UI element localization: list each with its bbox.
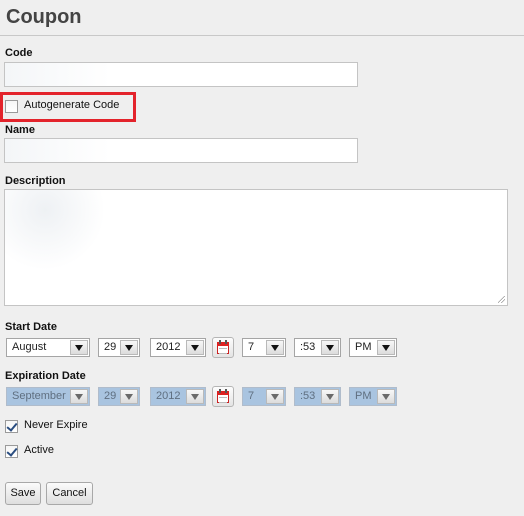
- start-minute-value: :53: [300, 341, 316, 353]
- expiration-hour-value: 7: [248, 390, 255, 402]
- start-ampm-select[interactable]: PM: [349, 338, 397, 357]
- active-label: Active: [24, 444, 54, 456]
- expiration-month-select[interactable]: September: [6, 387, 90, 406]
- expiration-day-value: 29: [104, 390, 117, 402]
- active-checkbox[interactable]: [5, 445, 18, 458]
- start-month-select[interactable]: August: [6, 338, 90, 357]
- never-expire-label: Never Expire: [24, 419, 88, 431]
- title-divider: [0, 35, 524, 36]
- name-input[interactable]: [4, 138, 358, 163]
- cancel-button[interactable]: Cancel: [46, 482, 93, 505]
- expiration-month-value: September: [12, 390, 66, 402]
- expiration-minute-value: :53: [300, 390, 316, 402]
- never-expire-checkbox[interactable]: [5, 420, 18, 433]
- start-hour-select[interactable]: 7: [242, 338, 286, 357]
- chevron-down-icon: [120, 389, 138, 404]
- start-year-value: 2012: [156, 341, 181, 353]
- expiration-day-select[interactable]: 29: [98, 387, 140, 406]
- expiration-date-calendar-button[interactable]: [212, 386, 234, 407]
- expiration-ampm-value: PM: [355, 390, 372, 402]
- name-label: Name: [5, 124, 35, 136]
- chevron-down-icon: [321, 340, 339, 355]
- chevron-down-icon: [266, 389, 284, 404]
- description-label: Description: [5, 175, 66, 187]
- expiration-year-select[interactable]: 2012: [150, 387, 206, 406]
- start-year-select[interactable]: 2012: [150, 338, 206, 357]
- start-date-calendar-button[interactable]: [212, 337, 234, 358]
- start-month-value: August: [12, 341, 47, 353]
- chevron-down-icon: [321, 389, 339, 404]
- save-button[interactable]: Save: [5, 482, 41, 505]
- expiration-hour-select[interactable]: 7: [242, 387, 286, 406]
- autogenerate-checkbox[interactable]: [5, 100, 18, 113]
- code-input[interactable]: [4, 62, 358, 87]
- code-label: Code: [5, 47, 33, 59]
- page-title: Coupon: [6, 6, 82, 28]
- start-minute-select[interactable]: :53: [294, 338, 341, 357]
- chevron-down-icon: [266, 340, 284, 355]
- expiration-date-label: Expiration Date: [5, 370, 86, 382]
- chevron-down-icon: [377, 340, 395, 355]
- description-textarea[interactable]: [4, 189, 508, 306]
- chevron-down-icon: [70, 389, 88, 404]
- chevron-down-icon: [186, 340, 204, 355]
- start-hour-value: 7: [248, 341, 255, 353]
- resize-grip-icon[interactable]: [498, 296, 505, 303]
- expiration-year-value: 2012: [156, 390, 181, 402]
- chevron-down-icon: [70, 340, 88, 355]
- start-ampm-value: PM: [355, 341, 372, 353]
- start-day-value: 29: [104, 341, 117, 353]
- chevron-down-icon: [377, 389, 395, 404]
- start-day-select[interactable]: 29: [98, 338, 140, 357]
- chevron-down-icon: [186, 389, 204, 404]
- chevron-down-icon: [120, 340, 138, 355]
- expiration-minute-select[interactable]: :53: [294, 387, 341, 406]
- start-date-label: Start Date: [5, 321, 57, 333]
- expiration-ampm-select[interactable]: PM: [349, 387, 397, 406]
- autogenerate-label: Autogenerate Code: [24, 99, 120, 111]
